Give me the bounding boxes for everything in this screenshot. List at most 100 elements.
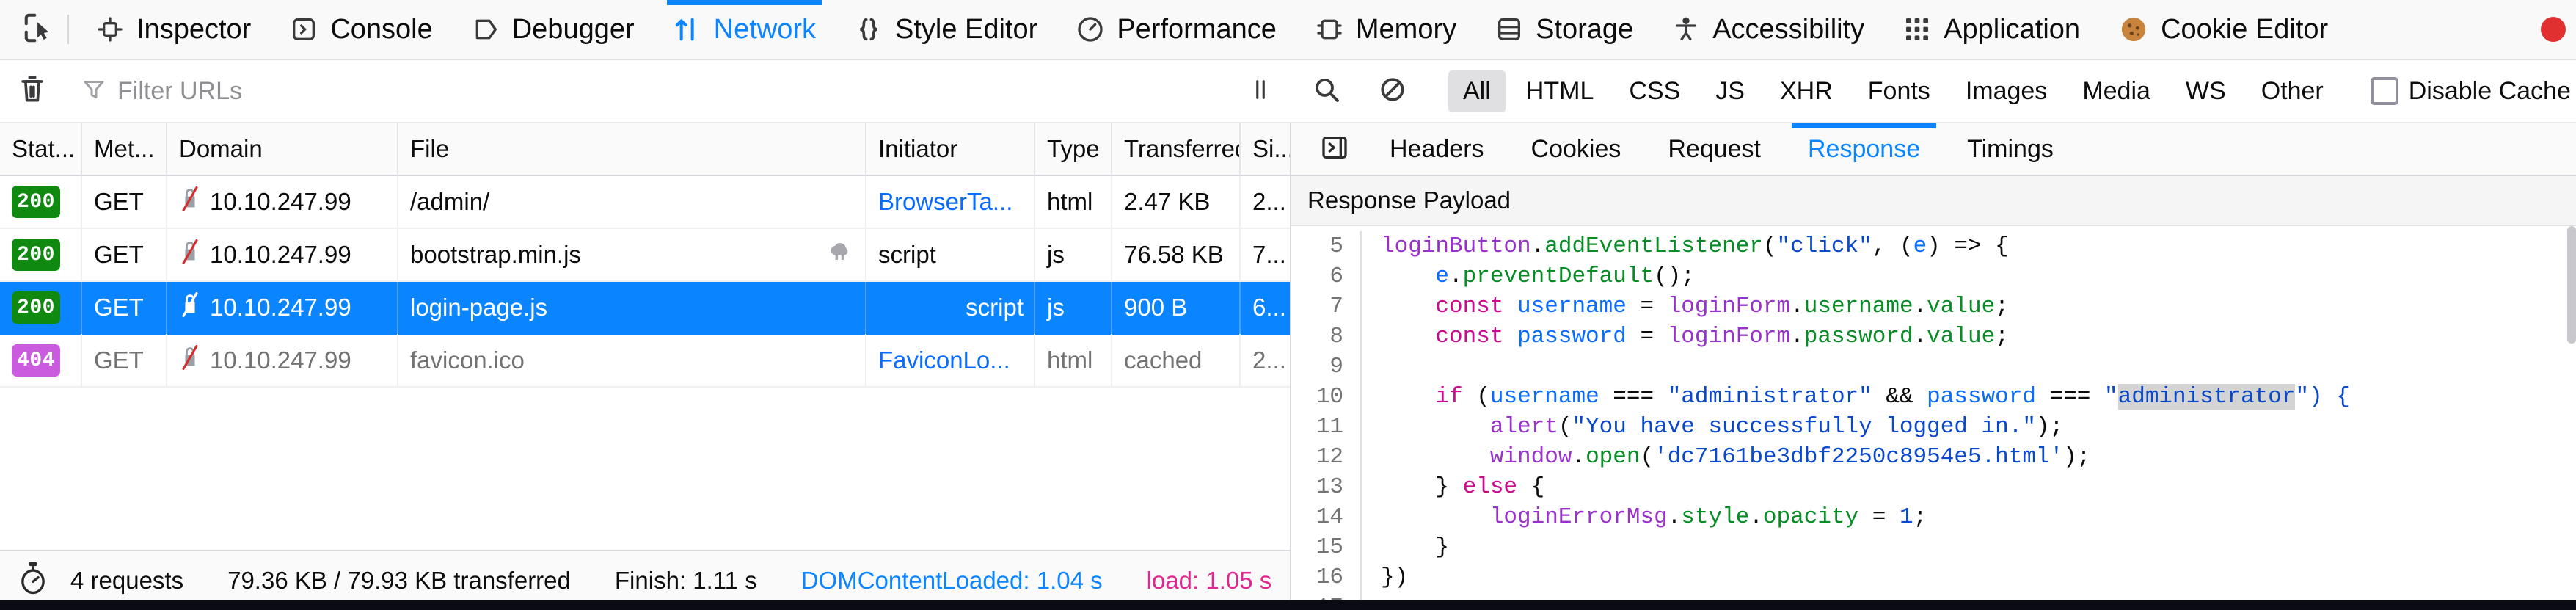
tab-label: Application [1944,14,2081,45]
code-token: ; [1913,504,1927,530]
table-row[interactable]: 200 GET 10.10.247.99 login-page.js scrip… [0,281,1290,335]
type-filter-fonts[interactable]: Fonts [1853,70,1945,112]
column-header-transferred[interactable]: Transferred [1112,123,1241,175]
type-filter-media[interactable]: Media [2068,70,2165,112]
code-token: . [1790,324,1804,349]
tab-style-editor[interactable]: Style Editor [835,0,1057,59]
cell-type: html [1035,176,1112,228]
code-token: loginButton [1381,233,1531,259]
tab-memory[interactable]: Memory [1296,0,1475,59]
code-token: "You have successfully logged in." [1572,414,2036,440]
table-row[interactable]: 200 GET 10.10.247.99 /admin/ BrowserTa..… [0,176,1290,229]
code-token: loginForm [1667,324,1791,349]
column-header-file[interactable]: File [398,123,866,175]
type-filter-css[interactable]: CSS [1614,70,1695,112]
initiator-link[interactable]: BrowserTa... [878,188,1012,216]
type-filter-html[interactable]: HTML [1511,70,1609,112]
cookie-editor-icon [2118,14,2149,45]
type-filter-all[interactable]: All [1448,70,1506,112]
transferred-size: 79.36 KB / 79.93 KB transferred [227,567,571,594]
line-number: 8 [1291,322,1362,352]
code-token: username [1517,294,1627,319]
code-line: 10 if (username === "administrator" && p… [1291,382,2576,412]
tab-accessibility[interactable]: Accessibility [1652,0,1883,59]
tab-performance[interactable]: Performance [1057,0,1296,59]
filter-urls-input[interactable]: Filter URLs [81,76,1240,106]
initiator-link[interactable]: FaviconLo... [878,346,1010,374]
table-row[interactable]: 404 GET 10.10.247.99 favicon.ico Favicon… [0,334,1290,388]
tab-inspector[interactable]: Inspector [76,0,270,59]
column-header-size[interactable]: Si... [1241,123,1290,175]
code-scrollbar[interactable] [2567,226,2576,344]
code-text: } [1362,532,1449,562]
toolbar-divider [67,15,69,44]
performance-analysis-button[interactable] [18,561,48,600]
element-picker-button[interactable] [10,0,67,59]
response-payload-code[interactable]: 5 loginButton.addEventListener("click", (… [1291,226,2576,610]
code-token: . [1530,233,1545,259]
column-header-method[interactable]: Met... [82,123,167,175]
close-devtools-button[interactable] [2541,17,2566,42]
type-filter-images[interactable]: Images [1951,70,2062,112]
code-line: 6 e.preventDefault(); [1291,261,2576,291]
code-token: }) [1381,564,1409,590]
cell-file: favicon.ico [398,334,866,387]
panel-toggle-icon [1320,133,1349,166]
blocking-button[interactable] [1372,70,1413,112]
code-token: username [1489,384,1599,410]
column-header-domain[interactable]: Domain [167,123,398,175]
line-number: 15 [1291,532,1362,562]
toggle-details-panel-button[interactable] [1303,123,1366,175]
code-token: else [1462,474,1518,500]
code-token: === [1599,384,1668,410]
cell-status: 200 [0,176,82,228]
tab-network[interactable]: Network [654,0,835,59]
code-token: password [1517,324,1627,349]
tab-application[interactable]: Application [1883,0,2099,59]
tab-debugger[interactable]: Debugger [452,0,654,59]
code-token: value [1927,324,1996,349]
tab-timings[interactable]: Timings [1944,123,2077,175]
storage-icon [1495,15,1524,44]
clear-requests-button[interactable] [16,73,48,109]
type-filter-other[interactable]: Other [2247,70,2338,112]
cache-icon [827,241,852,269]
code-line: 9 [1291,352,2576,382]
pause-requests-button[interactable] [1240,70,1281,112]
column-header-status[interactable]: Stat... [0,123,82,175]
cell-file: bootstrap.min.js [398,228,866,281]
code-token: . [1790,294,1804,319]
file-name-text: bootstrap.min.js [410,241,581,268]
tab-label: Memory [1355,14,1457,45]
type-filter-js[interactable]: JS [1701,70,1759,112]
column-header-type[interactable]: Type [1035,123,1112,175]
code-token: 1 [1899,504,1913,530]
tab-storage[interactable]: Storage [1475,0,1652,59]
cell-type: js [1035,228,1112,281]
tab-request[interactable]: Request [1644,123,1784,175]
type-filter-ws[interactable]: WS [2171,70,2241,112]
tab-headers[interactable]: Headers [1366,123,1508,175]
type-filter-xhr[interactable]: XHR [1765,70,1847,112]
code-token: const [1435,294,1504,319]
disable-cache-checkbox[interactable]: Disable Cache [2370,77,2571,106]
insecure-lock-icon [179,291,201,324]
tab-cookie-editor[interactable]: Cookie Editor [2099,0,2347,59]
network-icon [673,15,702,44]
search-requests-button[interactable] [1306,70,1347,112]
stopwatch-icon [18,561,48,600]
tab-response[interactable]: Response [1784,123,1944,175]
code-token: . [1913,324,1927,349]
tab-cookies[interactable]: Cookies [1508,123,1645,175]
tab-console[interactable]: Console [270,0,451,59]
code-token: ( [1640,444,1654,470]
requests-count: 4 requests [70,567,184,594]
insecure-lock-icon [179,186,201,218]
table-row[interactable]: 200 GET 10.10.247.99 bootstrap.min.js sc… [0,228,1290,282]
column-header-initiator[interactable]: Initiator [866,123,1035,175]
code-token: username [1803,294,1913,319]
